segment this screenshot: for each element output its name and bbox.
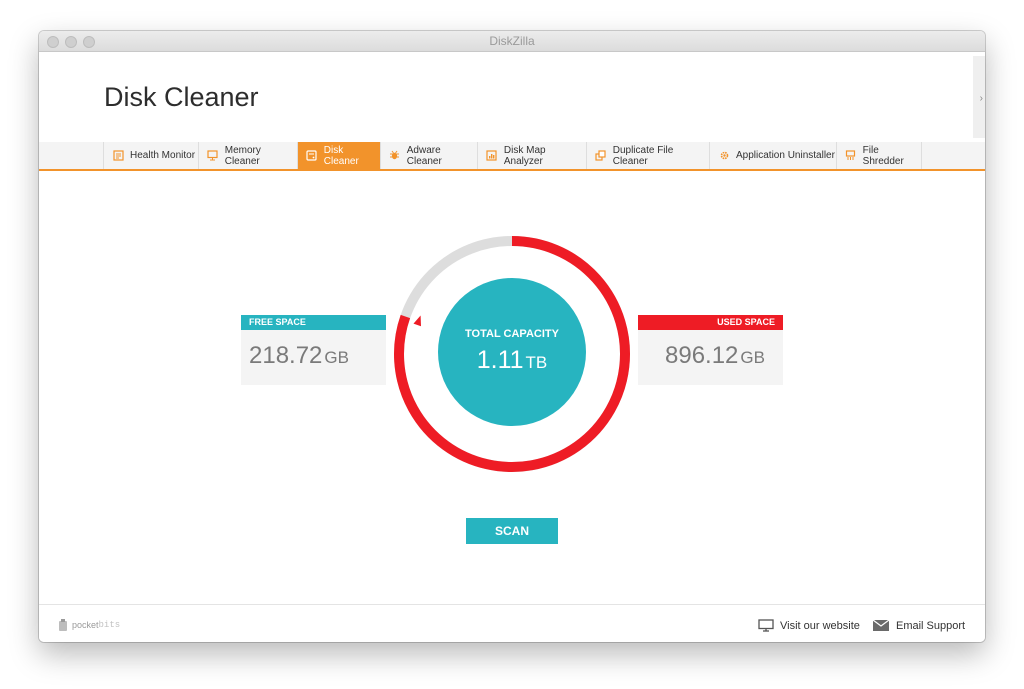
health-monitor-icon bbox=[112, 150, 124, 162]
free-space-label: FREE SPACE bbox=[241, 315, 386, 330]
chart-icon bbox=[486, 150, 498, 162]
tab-file-shredder[interactable]: File Shredder bbox=[836, 142, 922, 169]
gauge-center-disc bbox=[438, 278, 586, 426]
footer-bar: pocket bits Visit our website Email Suppo… bbox=[39, 604, 985, 642]
gear-icon bbox=[718, 150, 730, 162]
email-support-link[interactable]: Email Support bbox=[872, 619, 965, 632]
tab-duplicate-file-cleaner[interactable]: Duplicate File Cleaner bbox=[586, 142, 709, 169]
page-title: Disk Cleaner bbox=[104, 82, 259, 112]
tab-adware-cleaner[interactable]: Adware Cleaner bbox=[380, 142, 477, 169]
tab-label: Disk Cleaner bbox=[323, 144, 359, 167]
tab-label: Duplicate File Cleaner bbox=[612, 144, 674, 167]
envelope-icon bbox=[872, 619, 890, 631]
page-header: Disk Cleaner › bbox=[39, 52, 985, 142]
disk-cleaner-panel: FREE SPACE 218.72 GB TOTAL CAPACITY 1.11 T… bbox=[39, 171, 985, 604]
used-space-value: 896.12 bbox=[665, 342, 739, 369]
bug-icon bbox=[389, 150, 401, 162]
tab-label: Memory Cleaner bbox=[224, 144, 261, 167]
used-space-value-row: 896.12 GB bbox=[638, 330, 783, 370]
free-space-value: 218.72 bbox=[249, 342, 323, 369]
visit-website-link[interactable]: Visit our website bbox=[758, 619, 860, 632]
pocket-logo-icon bbox=[59, 619, 67, 631]
free-space-value-row: 218.72 GB bbox=[241, 330, 386, 370]
monitor-icon bbox=[207, 150, 219, 162]
tab-label: Health Monitor bbox=[130, 150, 196, 161]
used-space-label: USED SPACE bbox=[638, 315, 783, 330]
tab-label: Adware Cleaner bbox=[406, 144, 442, 167]
app-window: DiskZilla Disk Cleaner › Health Monitor … bbox=[39, 31, 985, 642]
used-space-card: USED SPACE 896.12 GB bbox=[638, 315, 783, 385]
tab-label: Application Uninstaller bbox=[736, 150, 835, 161]
window-title: DiskZilla bbox=[489, 34, 535, 48]
capacity-gauge bbox=[394, 236, 630, 472]
brand-bits: bits bbox=[98, 620, 121, 630]
tab-label: Disk Map Analyzer bbox=[503, 144, 546, 167]
tab-application-uninstaller[interactable]: Application Uninstaller bbox=[709, 142, 836, 169]
duplicate-icon bbox=[595, 150, 607, 162]
disk-icon bbox=[306, 150, 318, 162]
tab-disk-map-analyzer[interactable]: Disk Map Analyzer bbox=[477, 142, 586, 169]
tab-health-monitor[interactable]: Health Monitor bbox=[103, 142, 198, 169]
chevron-right-icon: › bbox=[979, 93, 983, 104]
used-space-unit: GB bbox=[740, 348, 765, 367]
gauge-marker-arrow bbox=[413, 315, 421, 327]
tab-disk-cleaner[interactable]: Disk Cleaner bbox=[297, 142, 380, 169]
monitor-icon bbox=[758, 619, 774, 632]
tab-label: File Shredder bbox=[862, 144, 904, 167]
visit-website-label: Visit our website bbox=[780, 619, 860, 632]
title-bar: DiskZilla bbox=[39, 31, 985, 52]
tab-memory-cleaner[interactable]: Memory Cleaner bbox=[198, 142, 297, 169]
shredder-icon bbox=[845, 150, 857, 162]
free-space-unit: GB bbox=[324, 348, 349, 367]
pocketbits-logo[interactable]: pocket bits bbox=[58, 618, 120, 632]
scan-button[interactable]: SCAN bbox=[466, 518, 558, 544]
email-support-label: Email Support bbox=[896, 619, 966, 632]
free-space-card: FREE SPACE 218.72 GB bbox=[241, 315, 386, 385]
tool-tab-bar: Health Monitor Memory Cleaner Disk Clean… bbox=[39, 142, 985, 171]
brand-name: pocket bbox=[72, 620, 99, 630]
side-panel-toggle[interactable]: › bbox=[973, 56, 985, 138]
